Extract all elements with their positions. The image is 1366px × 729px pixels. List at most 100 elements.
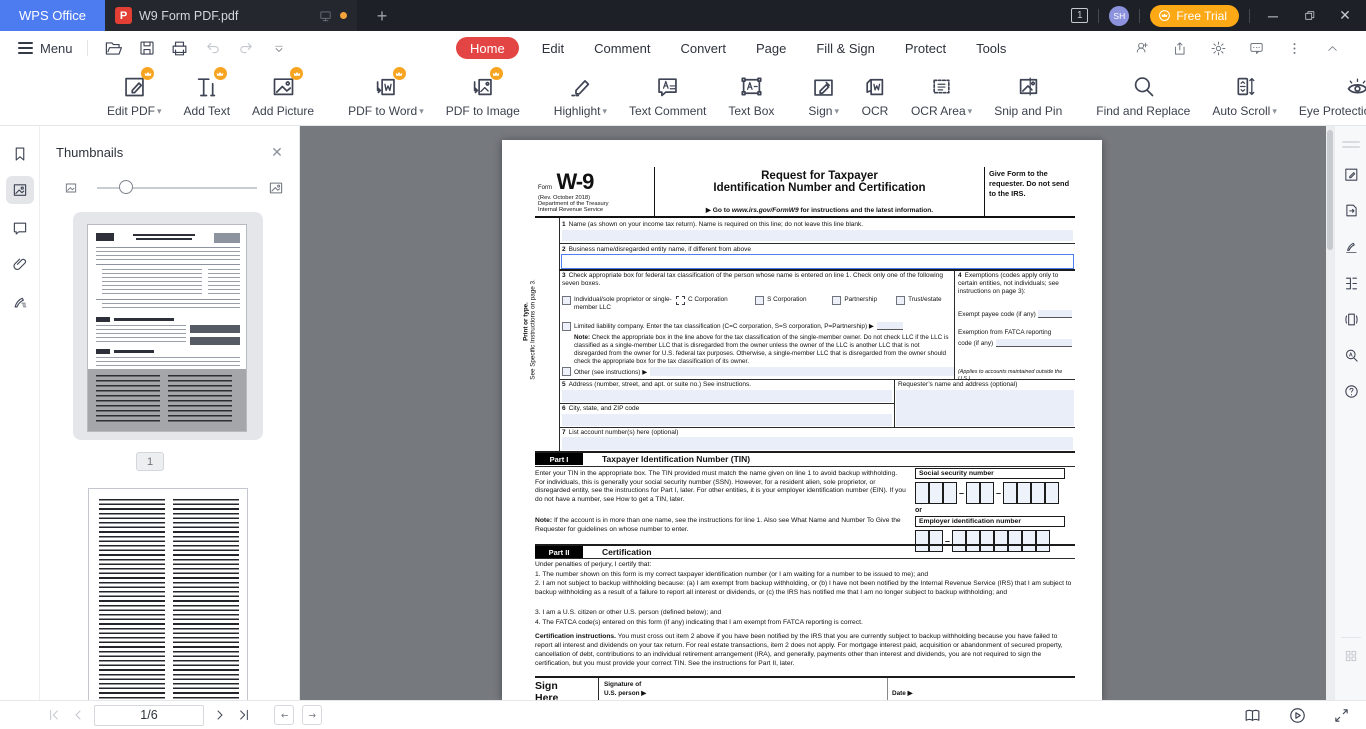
find-and-replace-button[interactable]: Find and Replace	[1085, 72, 1201, 118]
scroll-mode-button[interactable]	[1341, 309, 1361, 329]
edit-pdf-button[interactable]: Edit PDF▾	[96, 72, 173, 118]
free-trial-button[interactable]: Free Trial	[1150, 5, 1239, 27]
signature-tool-button[interactable]	[1341, 236, 1361, 256]
checkbox-partnership[interactable]: Partnership	[832, 296, 896, 313]
wps-office-tab[interactable]: WPS Office	[0, 0, 105, 31]
tab-fill-sign[interactable]: Fill & Sign	[805, 31, 886, 65]
undo-button[interactable]	[201, 36, 225, 60]
read-mode-button[interactable]	[1243, 706, 1262, 725]
minimize-button[interactable]: ─	[1260, 3, 1286, 29]
slider-knob[interactable]	[119, 180, 133, 194]
small-thumbnail-icon[interactable]	[63, 180, 79, 196]
checkbox-icon-focused[interactable]	[676, 296, 685, 305]
tab-edit[interactable]: Edit	[531, 31, 575, 65]
new-tab-button[interactable]: +	[370, 4, 394, 28]
comments-panel-button[interactable]	[6, 214, 34, 242]
tab-home[interactable]: Home	[456, 37, 519, 59]
tab-convert[interactable]: Convert	[669, 31, 737, 65]
checkbox-other[interactable]: Other (see instructions) ▶	[562, 367, 954, 376]
other-field[interactable]	[650, 367, 954, 376]
vertical-scrollbar[interactable]	[1326, 126, 1334, 700]
checkbox-icon[interactable]	[562, 322, 571, 331]
add-picture-button[interactable]: Add Picture	[241, 72, 325, 118]
account-numbers-field[interactable]	[562, 437, 1073, 450]
signature-panel-button[interactable]	[6, 288, 34, 316]
more-commands-caret-icon[interactable]	[267, 36, 291, 60]
avatar[interactable]: SH	[1109, 6, 1129, 26]
help-button[interactable]	[1341, 381, 1361, 401]
tab-comment[interactable]: Comment	[583, 31, 661, 65]
redo-button[interactable]	[234, 36, 258, 60]
checkbox-icon[interactable]	[562, 367, 571, 376]
export-document-button[interactable]	[1341, 200, 1361, 220]
edit-tools-button[interactable]	[1341, 164, 1361, 184]
close-button[interactable]: ✕	[1332, 3, 1358, 29]
panel-drag-handle[interactable]	[1342, 138, 1360, 151]
fatca-code-field[interactable]	[996, 339, 1072, 347]
main-menu-button[interactable]: Menu	[18, 41, 73, 56]
settings-gear-icon[interactable]	[1206, 36, 1230, 60]
checkbox-icon[interactable]	[832, 296, 841, 305]
ocr-button[interactable]: OCR	[850, 72, 900, 118]
share-user-button[interactable]	[1130, 36, 1154, 60]
first-page-button[interactable]	[46, 707, 62, 723]
document-tab[interactable]: P W9 Form PDF.pdf	[105, 0, 357, 31]
llc-classification-field[interactable]	[877, 322, 903, 330]
thumbnail-page-1[interactable]	[87, 224, 247, 432]
highlight-button[interactable]: Highlight▾	[543, 72, 618, 118]
tab-page[interactable]: Page	[745, 31, 797, 65]
checkbox-llc[interactable]: Limited liability company. Enter the tax…	[562, 322, 954, 331]
thumbnail-page-2[interactable]	[88, 488, 248, 700]
bookmarks-panel-button[interactable]	[6, 140, 34, 168]
print-button[interactable]	[168, 36, 192, 60]
close-panel-icon[interactable]: ✕	[267, 142, 287, 162]
address-field[interactable]	[562, 390, 892, 402]
large-thumbnail-icon[interactable]	[267, 179, 285, 197]
checkbox-trust-estate[interactable]: Trust/estate	[896, 296, 954, 313]
auto-scroll-button[interactable]: Auto Scroll▾	[1201, 72, 1288, 118]
exempt-payee-field[interactable]	[1038, 310, 1072, 318]
pdf-to-word-button[interactable]: PDF to Word▾	[337, 72, 435, 118]
forward-view-button[interactable]	[302, 705, 322, 725]
text-box-button[interactable]: Text Box	[717, 72, 785, 118]
text-comment-button[interactable]: Text Comment	[618, 72, 717, 118]
page-spread-view-button[interactable]	[1341, 273, 1361, 293]
next-page-button[interactable]	[212, 707, 228, 723]
restore-button[interactable]	[1296, 3, 1322, 29]
fullscreen-button[interactable]	[1333, 707, 1350, 724]
more-options-kebab-icon[interactable]	[1282, 36, 1306, 60]
scrollbar-thumb[interactable]	[1327, 130, 1333, 250]
requester-field[interactable]	[896, 390, 1074, 426]
ssn-cells[interactable]: – –	[915, 482, 1073, 504]
collapse-ribbon-chevron-icon[interactable]	[1320, 36, 1344, 60]
pdf-to-image-button[interactable]: PDF to Image	[435, 72, 531, 118]
sign-button[interactable]: Sign▾	[797, 72, 850, 118]
presentation-play-button[interactable]	[1288, 706, 1307, 725]
checkbox-icon[interactable]	[896, 296, 905, 305]
document-canvas[interactable]: Form W-9 (Rev. October 2018) Department …	[300, 126, 1326, 700]
name-field[interactable]	[562, 230, 1073, 241]
eye-protection-mode-button[interactable]: Eye Protection Mode▾	[1288, 72, 1366, 118]
share-icon[interactable]	[1168, 36, 1192, 60]
prev-page-button[interactable]	[70, 707, 86, 723]
grid-view-button[interactable]	[1341, 646, 1361, 666]
find-text-button[interactable]	[1341, 345, 1361, 365]
open-file-button[interactable]	[102, 36, 126, 60]
tab-tools[interactable]: Tools	[965, 31, 1017, 65]
tab-protect[interactable]: Protect	[894, 31, 957, 65]
thumbnails-panel-button[interactable]	[6, 176, 34, 204]
checkbox-individual[interactable]: Individual/sole proprietor or single-mem…	[562, 296, 676, 313]
monitor-icon[interactable]	[318, 9, 333, 23]
add-text-button[interactable]: Add Text	[173, 72, 241, 118]
checkbox-icon[interactable]	[562, 296, 571, 305]
window-switch-icon[interactable]: 1	[1071, 8, 1088, 23]
thumbnail-page-1-selected[interactable]	[73, 212, 263, 440]
last-page-button[interactable]	[236, 707, 252, 723]
attachments-panel-button[interactable]	[6, 250, 34, 278]
checkbox-c-corporation[interactable]: C Corporation	[676, 296, 755, 313]
ocr-area-button[interactable]: OCR Area▾	[900, 72, 983, 118]
city-state-zip-field[interactable]	[562, 414, 892, 426]
pdf-page-1[interactable]: Form W-9 (Rev. October 2018) Department …	[502, 140, 1102, 700]
business-name-field-active[interactable]	[561, 254, 1074, 269]
checkbox-icon[interactable]	[755, 296, 764, 305]
